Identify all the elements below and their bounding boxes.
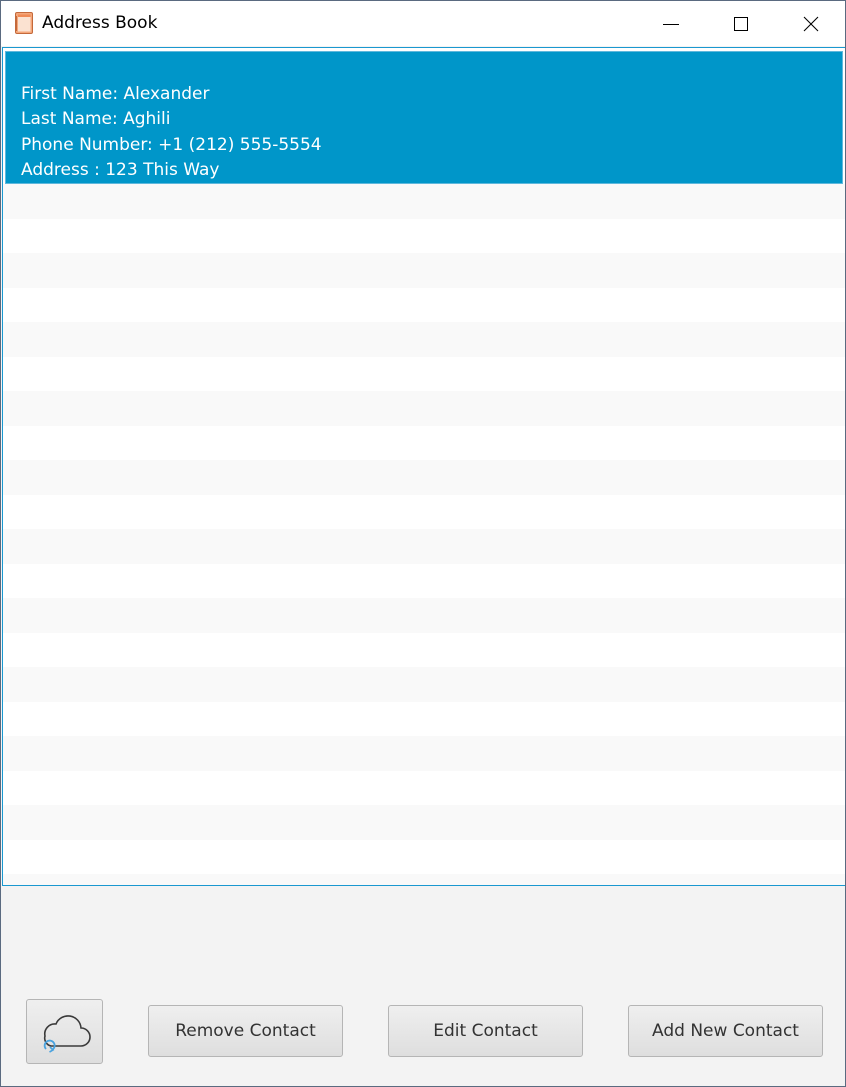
remove-contact-button[interactable]: Remove Contact bbox=[148, 1005, 343, 1057]
empty-list-row bbox=[3, 529, 845, 564]
contact-list[interactable]: First Name: Alexander Last Name: Aghili … bbox=[2, 47, 845, 886]
empty-list-row bbox=[3, 839, 845, 874]
minimize-button[interactable] bbox=[636, 1, 706, 46]
title-bar[interactable]: Address Book bbox=[1, 1, 845, 46]
close-button[interactable] bbox=[776, 1, 845, 46]
empty-list-row bbox=[3, 736, 845, 771]
empty-list-row bbox=[3, 874, 845, 885]
contact-address: Address : 123 This Way bbox=[21, 160, 220, 181]
empty-list-row bbox=[3, 253, 845, 288]
empty-list-row bbox=[3, 770, 845, 805]
contact-phone: Phone Number: +1 (212) 555-5554 bbox=[21, 134, 322, 155]
edit-contact-button[interactable]: Edit Contact bbox=[388, 1005, 583, 1057]
close-icon bbox=[803, 16, 819, 31]
address-book-icon bbox=[15, 12, 33, 34]
contact-last-name: Last Name: Aghili bbox=[21, 109, 171, 130]
empty-list-row bbox=[3, 667, 845, 702]
empty-list-row bbox=[3, 494, 845, 529]
empty-list-row bbox=[3, 701, 845, 736]
cloud-sync-icon bbox=[43, 1014, 91, 1053]
empty-list-row bbox=[3, 287, 845, 322]
add-contact-button[interactable]: Add New Contact bbox=[628, 1005, 823, 1057]
contact-first-name: First Name: Alexander bbox=[21, 84, 210, 104]
empty-list-row bbox=[3, 322, 845, 357]
empty-list-rows bbox=[3, 184, 845, 885]
empty-list-row bbox=[3, 356, 845, 391]
window-title: Address Book bbox=[42, 13, 158, 33]
empty-list-row bbox=[3, 805, 845, 840]
cloud-sync-button[interactable] bbox=[26, 999, 103, 1064]
empty-list-row bbox=[3, 425, 845, 460]
empty-list-row bbox=[3, 460, 845, 495]
maximize-button[interactable] bbox=[706, 1, 776, 46]
contact-list-item[interactable]: First Name: Alexander Last Name: Aghili … bbox=[5, 51, 843, 184]
empty-list-row bbox=[3, 391, 845, 426]
maximize-icon bbox=[734, 16, 748, 31]
minimize-icon bbox=[663, 23, 679, 25]
empty-list-row bbox=[3, 598, 845, 633]
empty-list-row bbox=[3, 218, 845, 253]
address-book-window: Address Book First Name: Alexander Last … bbox=[0, 0, 846, 1087]
empty-list-row bbox=[3, 563, 845, 598]
empty-list-row bbox=[3, 184, 845, 219]
empty-list-row bbox=[3, 632, 845, 667]
